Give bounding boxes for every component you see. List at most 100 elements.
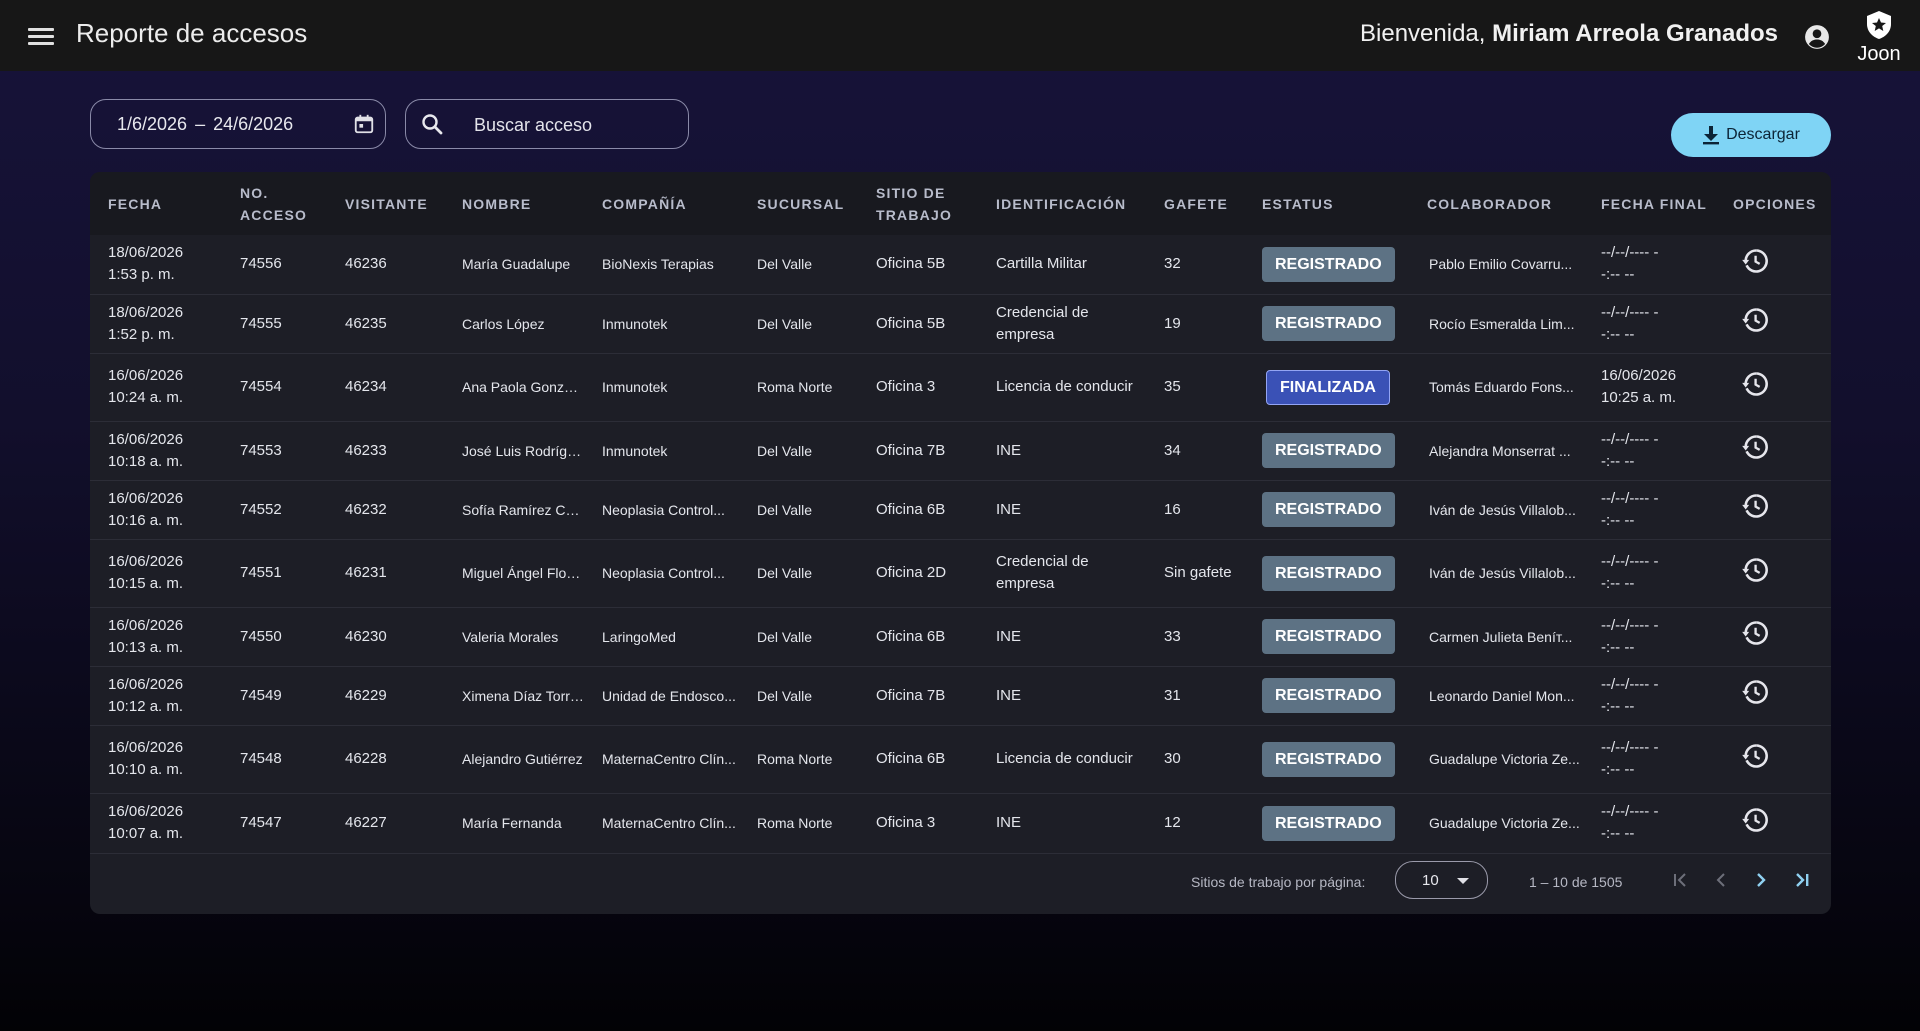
cell-colaborador: Iván de Jesús Villalob...	[1409, 539, 1583, 608]
last-page-icon[interactable]	[1790, 868, 1814, 892]
col-sitio[interactable]: SITIO DE TRABAJO	[858, 172, 978, 235]
col-fecha[interactable]: FECHA	[90, 172, 222, 235]
status-badge: REGISTRADO	[1262, 306, 1395, 341]
cell-sucursal: Del Valle	[739, 480, 858, 540]
fecha-final-date: --/--/---- -	[1601, 553, 1659, 570]
cell-identificacion: Licencia de conducir	[978, 725, 1146, 794]
cell-visitante: 46231	[327, 539, 444, 608]
fecha-date: 16/06/2026	[108, 489, 184, 507]
cell-estatus: REGISTRADO	[1244, 666, 1409, 726]
cell-fecha-final: --/--/---- - -:-- --	[1583, 539, 1715, 608]
cell-nombre: Ximena Díaz Torres	[444, 666, 584, 726]
col-visitante[interactable]: VISITANTE	[327, 172, 444, 235]
cell-compania: Inmunotek	[584, 353, 739, 422]
cell-visitante: 46232	[327, 480, 444, 540]
col-gafete[interactable]: GAFETE	[1146, 172, 1244, 235]
fecha-date: 16/06/2026	[108, 675, 184, 693]
status-badge: FINALIZADA	[1266, 369, 1390, 405]
cell-visitante: 46227	[327, 793, 444, 854]
table-row[interactable]: 16/06/2026 10:13 a. m. 74550 46230 Valeria M…	[90, 607, 1831, 667]
cell-fecha-final: --/--/---- - -:-- --	[1583, 725, 1715, 794]
download-button[interactable]: Descargar	[1671, 113, 1831, 157]
col-identificacion[interactable]: IDENTIFICACIÓN	[978, 172, 1146, 235]
cell-acceso: 74556	[222, 235, 327, 295]
table-row[interactable]: 16/06/2026 10:12 a. m. 74549 46229 Ximena Dí…	[90, 666, 1831, 726]
table-row[interactable]: 16/06/2026 10:16 a. m. 74552 46232 Sofía Ram…	[90, 480, 1831, 540]
rows-per-page-label: Sitios de trabajo por página:	[1191, 874, 1366, 890]
history-icon[interactable]	[1741, 247, 1769, 275]
fecha-final-date: 16/06/2026	[1601, 367, 1677, 384]
col-nombre[interactable]: NOMBRE	[444, 172, 584, 235]
cell-visitante: 46236	[327, 235, 444, 295]
first-page-icon[interactable]	[1668, 868, 1692, 892]
cell-visitante: 46228	[327, 725, 444, 794]
cell-opciones	[1715, 353, 1831, 422]
fecha-date: 16/06/2026	[108, 430, 184, 448]
cell-colaborador: Tomás Eduardo Fons...	[1409, 353, 1583, 422]
history-icon[interactable]	[1741, 492, 1769, 520]
cell-compania: MaternaCentro Clín...	[584, 725, 739, 794]
cell-fecha: 16/06/2026 10:16 a. m.	[90, 480, 222, 540]
history-icon[interactable]	[1741, 806, 1769, 834]
chevron-left-icon[interactable]	[1709, 868, 1733, 892]
history-icon[interactable]	[1741, 306, 1769, 334]
rows-per-page-select[interactable]: 10	[1395, 861, 1488, 899]
table-header-row: FECHA NO. ACCESO VISITANTE NOMBRE COMPAÑ…	[90, 172, 1831, 235]
cell-sitio: Oficina 6B	[858, 607, 978, 667]
cell-sitio: Oficina 2D	[858, 539, 978, 608]
history-icon[interactable]	[1741, 370, 1769, 398]
cell-nombre: María Fernanda	[444, 793, 584, 854]
col-fecha-final[interactable]: FECHA FINAL	[1583, 172, 1715, 235]
col-no-acceso[interactable]: NO. ACCESO	[222, 172, 327, 235]
table-row[interactable]: 18/06/2026 1:52 p. m. 74555 46235 Carlos Lóp…	[90, 294, 1831, 354]
table-row[interactable]: 16/06/2026 10:18 a. m. 74553 46233 José Luis…	[90, 421, 1831, 481]
cell-identificacion: Credencial de empresa	[978, 294, 1146, 354]
cell-sitio: Oficina 5B	[858, 235, 978, 295]
history-icon[interactable]	[1741, 556, 1769, 584]
fecha-final-date: --/--/---- -	[1601, 739, 1659, 756]
chevron-right-icon[interactable]	[1749, 868, 1773, 892]
account-circle-icon[interactable]	[1804, 24, 1830, 50]
history-icon[interactable]	[1741, 619, 1769, 647]
cell-nombre: Alejandro Gutiérrez	[444, 725, 584, 794]
cell-colaborador: Rocío Esmeralda Lim...	[1409, 294, 1583, 354]
cell-estatus: REGISTRADO	[1244, 793, 1409, 854]
cell-fecha-final: --/--/---- - -:-- --	[1583, 235, 1715, 295]
search-field[interactable]	[405, 99, 689, 149]
fecha-final-time: -:-- --	[1601, 266, 1635, 284]
calendar-icon[interactable]	[353, 113, 375, 135]
cell-acceso: 74549	[222, 666, 327, 726]
history-icon[interactable]	[1741, 678, 1769, 706]
table-row[interactable]: 16/06/2026 10:15 a. m. 74551 46231 Miguel Án…	[90, 539, 1831, 608]
cell-fecha-final: --/--/---- - -:-- --	[1583, 666, 1715, 726]
cell-gafete: 30	[1146, 725, 1244, 794]
col-estatus[interactable]: ESTATUS	[1244, 172, 1409, 235]
menu-icon[interactable]	[26, 24, 56, 48]
cell-sitio: Oficina 3	[858, 353, 978, 422]
cell-sucursal: Del Valle	[739, 539, 858, 608]
cell-fecha-final: --/--/---- - -:-- --	[1583, 793, 1715, 854]
shield-icon	[1867, 11, 1891, 39]
fecha-final-time: -:-- --	[1601, 511, 1635, 529]
cell-fecha: 16/06/2026 10:18 a. m.	[90, 421, 222, 481]
table-row[interactable]: 16/06/2026 10:10 a. m. 74548 46228 Alejandro…	[90, 725, 1831, 794]
cell-estatus: REGISTRADO	[1244, 421, 1409, 481]
col-compania[interactable]: COMPAÑÍA	[584, 172, 739, 235]
fecha-final-time: -:-- --	[1601, 761, 1635, 778]
access-table-card: FECHA NO. ACCESO VISITANTE NOMBRE COMPAÑ…	[90, 172, 1831, 914]
cell-fecha: 16/06/2026 10:13 a. m.	[90, 607, 222, 667]
col-sucursal[interactable]: SUCURSAL	[739, 172, 858, 235]
date-range-field[interactable]: 1/6/2026–24/6/2026	[90, 99, 386, 149]
table-row[interactable]: 18/06/2026 1:53 p. m. 74556 46236 María Guad…	[90, 235, 1831, 295]
cell-opciones	[1715, 294, 1831, 354]
table-row[interactable]: 16/06/2026 10:07 a. m. 74547 46227 María Fer…	[90, 793, 1831, 854]
col-colaborador[interactable]: COLABORADOR	[1409, 172, 1583, 235]
table-row[interactable]: 16/06/2026 10:24 a. m. 74554 46234 Ana Paola…	[90, 353, 1831, 422]
history-icon[interactable]	[1741, 433, 1769, 461]
cell-identificacion: Credencial de empresa	[978, 539, 1146, 608]
cell-gafete: 12	[1146, 793, 1244, 854]
user-name: Miriam Arreola Granados	[1492, 20, 1778, 47]
fecha-time: 10:16 a. m.	[108, 511, 184, 529]
search-input[interactable]	[472, 110, 676, 140]
history-icon[interactable]	[1741, 742, 1769, 770]
